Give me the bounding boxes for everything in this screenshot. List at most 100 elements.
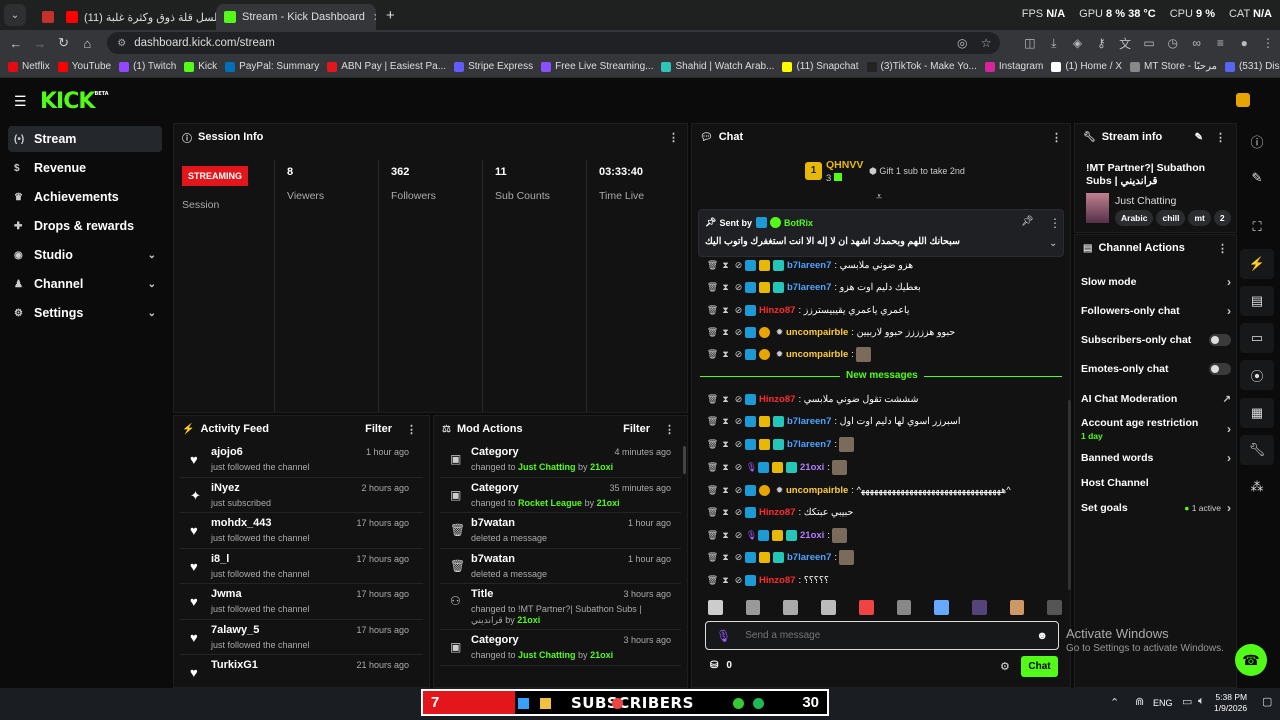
chat-message[interactable]: 🗑︎ ⧗ ⊘ b7lareen7: اسبرزر اسوي لها دليم اوت … [706,411,960,431]
send-chat-button[interactable]: Chat [1021,656,1058,677]
action-account-age-restriction[interactable]: Account age restriction 1 day › [1081,416,1231,442]
sidebar-item-drops-rewards[interactable]: ✚ Drops & rewards [8,213,162,239]
hamburger-menu-icon[interactable]: ☰ [14,93,27,110]
timeout-icon[interactable]: ⧗ [719,349,732,360]
extension-icon[interactable]: ◈ [1066,36,1090,50]
notification-icon[interactable]: ▢ [1262,695,1272,708]
translate-icon[interactable]: 文 [1113,35,1137,52]
activity-username[interactable]: 7alawy_5 [211,624,259,636]
timeout-icon[interactable]: ⧗ [719,260,732,271]
site-info-icon[interactable]: ⚙ [117,38,126,49]
action-host-channel[interactable]: Host Channel [1081,475,1231,491]
language-indicator[interactable]: ENG [1153,698,1173,708]
more-options-icon[interactable]: ⋮ [1215,131,1226,144]
ban-icon[interactable]: ⊘ [732,552,745,563]
extensions-icon[interactable]: ◫ [1018,36,1042,50]
xbox-icon[interactable] [733,698,744,709]
kick-logo[interactable]: KICKBETA [40,89,109,114]
chrome-icon[interactable] [612,698,623,709]
mod-action-actor[interactable]: 21oxi [597,498,620,508]
mod-action-highlight[interactable]: Rocket League [518,498,582,508]
chat-username[interactable]: b7lareen7 [787,552,831,563]
stream-tag[interactable]: 2 [1213,210,1231,226]
activity-item[interactable]: ♥ mohdx_443 just followed the channel 17 ho… [180,513,423,549]
delete-message-icon[interactable]: 🗑︎ [706,485,719,496]
bookmark-item[interactable]: YouTube [57,61,111,72]
reload-icon[interactable]: ↻ [52,35,76,51]
toggle-switch[interactable] [1209,334,1231,346]
eye-off-icon[interactable]: ◎ [950,36,974,50]
chat-message[interactable]: 🗑︎ ⧗ ⊘ 🎙︎ 21oxi: [706,457,847,477]
ban-icon[interactable]: ⊘ [732,260,745,271]
channel-points[interactable]: ⛁ 0 [710,660,732,671]
browser-menu-icon[interactable]: ⋮ [1256,36,1280,50]
mod-action-item[interactable]: ▣ Category changed to Rocket League by 21o… [440,478,681,513]
sidebar-item-achievements[interactable]: ♛ Achievements [8,184,162,210]
menu-list-icon[interactable]: ≡ [1209,36,1233,50]
broadcast-icon[interactable]: ⦿ [1240,360,1274,390]
activity-item[interactable]: ♥ ajojo6 just followed the channel 1 hour a… [180,442,423,478]
chat-message[interactable]: 🗑︎ ⧗ ⊘ ✹ uncompairble: ^ﻫﻬﻬﻬﻬﻬﻬﻬﻬﻬﻬﻬﻬﻬﻬﻬﻬﻬﻬﻬ… [706,480,1011,500]
mod-action-item[interactable]: 🗑︎ b7watan deleted a message 1 hour ago [440,513,681,549]
category-thumbnail[interactable] [1086,193,1109,223]
document-icon[interactable]: ▤ [1240,286,1274,316]
ban-icon[interactable]: ⊘ [732,349,745,360]
delete-message-icon[interactable]: 🗑︎ [706,394,719,405]
recent-emote[interactable] [858,600,874,615]
bookmark-item[interactable]: (531) Discord | Frien... [1224,61,1280,72]
spotify-icon[interactable] [753,698,764,709]
sidebar-item-revenue[interactable]: $ Revenue [8,155,162,181]
chat-username[interactable]: uncompairble [786,485,848,496]
delete-message-icon[interactable]: 🗑︎ [706,260,719,271]
chat-icon[interactable]: ▭ [1240,323,1274,353]
chat-username[interactable]: 21oxi [800,530,824,541]
tab-youtube[interactable]: (11) مسلسل قلة ذوق وكثرة غلبة ✕ [58,4,216,30]
ban-icon[interactable]: ⊘ [732,327,745,338]
more-options-icon[interactable]: ⋮ [1051,131,1062,144]
fullscreen-icon[interactable]: ⛶ [1240,212,1274,242]
timeout-icon[interactable]: ⧗ [719,282,732,293]
mod-action-item[interactable]: ▣ Category changed to Just Chatting by 21o… [440,630,681,666]
activity-username[interactable]: Jwma [211,588,242,600]
chevron-down-icon[interactable]: ⌄ [1049,238,1057,249]
chat-message[interactable]: 🗑︎ ⧗ ⊘ b7lareen7: هزو ضوني ملابسي [706,255,913,275]
activity-username[interactable]: mohdx_443 [211,517,272,529]
ban-icon[interactable]: ⊘ [732,485,745,496]
sidebar-item-settings[interactable]: ⚙ Settings ⌄ [8,300,162,326]
chat-message[interactable]: 🗑︎ ⧗ ⊘ Hinzo87: شششت تقول ضوني ملابسي [706,389,918,409]
apps-icon[interactable]: ⁂ [1240,472,1274,502]
forward-icon[interactable]: → [28,36,52,51]
timeout-icon[interactable]: ⧗ [719,530,732,541]
ban-icon[interactable]: ⊘ [732,282,745,293]
delete-message-icon[interactable]: 🗑︎ [706,439,719,450]
user-avatar[interactable] [1236,93,1250,107]
timeout-icon[interactable]: ⧗ [719,552,732,563]
tab-pinned[interactable] [36,4,58,30]
chat-username[interactable]: 21oxi [800,462,824,473]
edit-icon[interactable]: ✎ [1195,132,1203,143]
collapse-icon[interactable]: ⩡ [876,191,882,204]
chat-username[interactable]: b7lareen7 [787,282,831,293]
chat-message[interactable]: 🗑︎ ⧗ ⊘ Hinzo87: ؟؟؟؟؟ [706,570,829,590]
bookmark-item[interactable]: (11) Snapchat [782,61,859,72]
chat-username[interactable]: b7lareen7 [787,439,831,450]
pinned-username[interactable]: BotRix [784,218,813,228]
action-slow-mode[interactable]: Slow mode › [1081,274,1231,290]
bookmark-item[interactable]: Netflix [8,61,50,72]
more-options-icon[interactable]: ⋮ [406,423,417,436]
ban-icon[interactable]: ⊘ [732,394,745,405]
chat-message[interactable]: 🗑︎ ⧗ ⊘ ✹ uncompairble: [706,344,871,364]
ban-icon[interactable]: ⊘ [732,530,745,541]
profile-avatar[interactable]: ● [1232,36,1256,50]
mod-action-item[interactable]: ▣ Category changed to Just Chatting by 21o… [440,442,681,478]
sidebar-item-stream[interactable]: (•) Stream [8,126,162,152]
address-bar[interactable]: ⚙ dashboard.kick.com/stream [107,32,1001,54]
activity-item[interactable]: ♥ 7alawy_5 just followed the channel 17 hou… [180,620,423,655]
delete-message-icon[interactable]: 🗑︎ [706,462,719,473]
recent-emote[interactable] [896,600,912,615]
chat-message[interactable]: 🗑︎ ⧗ ⊘ ✹ uncompairble: حبوو هززززز حبوو لارب… [706,322,955,342]
bookmark-item[interactable]: MT Store - مرحبًا [1130,61,1217,72]
category-name[interactable]: Just Chatting [1115,195,1176,207]
card-icon[interactable]: ▭ [1137,36,1161,50]
recent-emote[interactable] [971,600,987,615]
